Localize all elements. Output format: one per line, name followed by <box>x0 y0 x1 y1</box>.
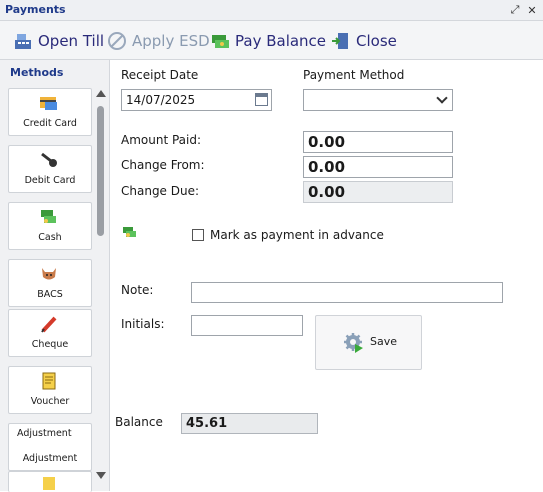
key-icon <box>41 152 57 167</box>
esd-icon <box>108 32 126 50</box>
receipt-date-label: Receipt Date <box>121 68 199 82</box>
methods-title: Methods <box>10 66 64 79</box>
exit-door-icon <box>332 33 348 49</box>
sidebar-scrollbar[interactable] <box>95 90 106 490</box>
method-label: Credit Card <box>23 118 77 129</box>
note-label: Note: <box>121 283 154 297</box>
scroll-up-icon[interactable] <box>96 90 106 97</box>
method-label: Debit Card <box>24 175 76 186</box>
close-window-icon[interactable]: ✕ <box>525 3 539 17</box>
save-button[interactable]: Save <box>315 315 422 370</box>
receipt-date-value: 14/07/2025 <box>126 93 196 107</box>
method-adjustment[interactable]: Adjustment Adjustment <box>8 423 92 471</box>
calendar-icon[interactable] <box>255 93 268 106</box>
method-credit-card[interactable]: Credit Card <box>8 88 92 136</box>
scroll-down-icon[interactable] <box>96 472 106 479</box>
window-title: Payments <box>5 3 66 16</box>
restore-window-icon[interactable]: ⤢ <box>508 3 522 17</box>
amount-paid-label: Amount Paid: <box>121 133 202 147</box>
method-label: Adjustment <box>22 453 78 464</box>
method-label: Cheque <box>31 339 69 350</box>
change-due-field: 0.00 <box>303 181 453 203</box>
initials-input[interactable] <box>191 315 303 336</box>
pay-balance-label: Pay Balance <box>235 32 327 50</box>
amount-paid-input[interactable]: 0.00 <box>303 131 453 153</box>
bacs-icon <box>42 268 56 280</box>
scroll-thumb[interactable] <box>97 106 104 236</box>
payment-method-select[interactable] <box>303 89 453 111</box>
save-label: Save <box>370 335 398 348</box>
amount-paid-value: 0.00 <box>308 133 346 151</box>
method-debit-card[interactable]: Debit Card <box>8 145 92 193</box>
method-cash[interactable]: Cash <box>8 202 92 250</box>
apply-esd-button[interactable]: Apply ESD <box>106 29 210 53</box>
adjustment-broken-image: Adjustment <box>17 428 72 439</box>
change-due-label: Change Due: <box>121 184 200 198</box>
methods-sidebar: Methods Credit Card Debit Card Cash BACS… <box>0 60 110 492</box>
cash-register-icon <box>15 34 31 49</box>
advance-payment-checkbox[interactable] <box>192 229 204 241</box>
advance-payment-label: Mark as payment in advance <box>210 228 384 242</box>
receipt-date-input[interactable]: 14/07/2025 <box>121 89 272 111</box>
method-voucher[interactable]: Voucher <box>8 366 92 414</box>
close-button[interactable]: Close <box>330 29 397 53</box>
close-label: Close <box>356 32 397 50</box>
pen-icon <box>41 316 57 333</box>
note-input[interactable] <box>191 282 503 303</box>
change-from-label: Change From: <box>121 158 205 172</box>
open-till-label: Open Till <box>38 32 105 50</box>
method-partial-item[interactable] <box>8 471 92 492</box>
balance-label: Balance <box>115 415 163 429</box>
voucher-icon <box>42 372 56 390</box>
note-icon <box>43 477 55 490</box>
initials-label: Initials: <box>121 317 165 331</box>
pay-balance-button[interactable]: Pay Balance <box>209 29 326 53</box>
open-till-button[interactable]: Open Till <box>12 29 104 53</box>
toolbar: Open Till Apply ESD Pay Balance Close <box>0 21 543 60</box>
change-due-value: 0.00 <box>308 183 346 201</box>
method-label: BACS <box>37 289 63 300</box>
change-from-input[interactable]: 0.00 <box>303 156 453 178</box>
apply-esd-label: Apply ESD <box>132 32 210 50</box>
change-from-value: 0.00 <box>308 158 346 176</box>
method-bacs[interactable]: BACS <box>8 259 92 307</box>
method-label: Cash <box>38 232 62 243</box>
window-titlebar: Payments ⤢ ✕ <box>0 0 543 21</box>
method-cheque[interactable]: Cheque <box>8 309 92 357</box>
credit-card-icon <box>40 97 57 110</box>
balance-field: 45.61 <box>181 413 318 434</box>
method-label: Voucher <box>30 396 70 407</box>
balance-value: 45.61 <box>186 416 228 431</box>
money-icon <box>123 227 136 237</box>
chevron-down-icon[interactable] <box>436 92 448 104</box>
money-icon <box>212 35 229 48</box>
gear-save-icon <box>344 333 363 353</box>
cash-icon <box>41 210 56 223</box>
payment-method-label: Payment Method <box>303 68 405 82</box>
